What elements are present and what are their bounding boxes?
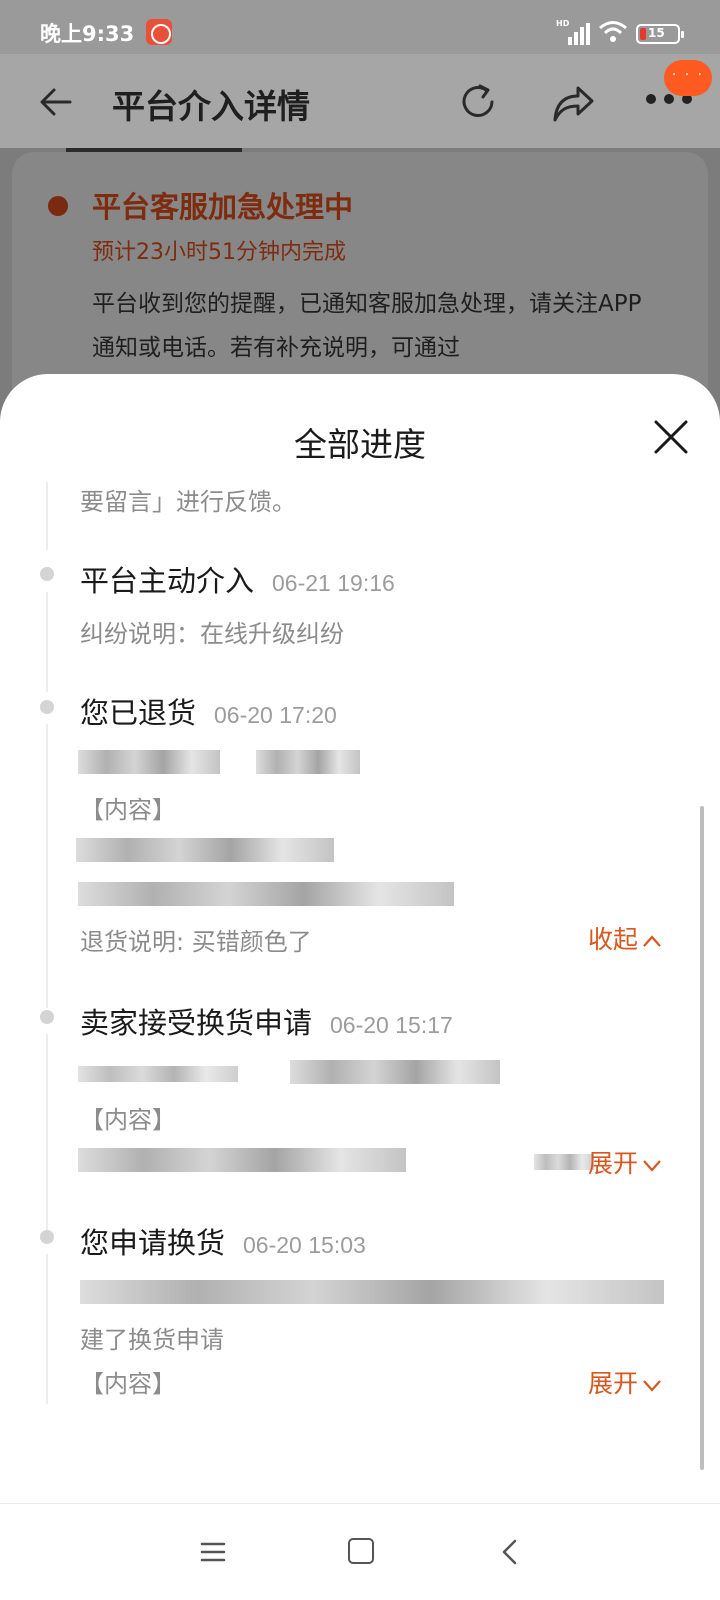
collapse-button[interactable]: 收起 [588, 920, 662, 956]
close-icon[interactable] [652, 418, 690, 456]
redacted-text [78, 750, 220, 774]
menu-icon[interactable] [200, 1540, 226, 1564]
sheet-title: 全部进度 [294, 425, 426, 464]
timeline-dot [40, 1230, 54, 1244]
status-description: 平台收到您的提醒，已通知客服加急处理，请关注APP通知或电话。若有补充说明，可通… [92, 291, 642, 361]
redacted-text [256, 750, 360, 774]
tab-indicator [66, 148, 242, 152]
timeline-dot [40, 567, 54, 581]
status-bar: 晚上9:33 HD 15 [0, 0, 720, 54]
timeline-dot [40, 1010, 54, 1024]
event-title: 平台主动介入 06-21 19:16 [80, 558, 395, 600]
timeline-line [46, 1034, 48, 1230]
hd-label: HD [556, 19, 570, 28]
event-title-text: 您已退货 [80, 696, 197, 730]
scrollbar[interactable] [700, 806, 704, 1470]
expand-button[interactable]: 展开 [588, 1364, 662, 1400]
timeline-line [46, 482, 48, 550]
content-label: 【内容】 [80, 1370, 176, 1398]
refresh-icon[interactable] [456, 80, 500, 124]
more-badge: · · · [664, 60, 712, 96]
header-bar: 平台介入详情 [0, 54, 720, 148]
event-title: 卖家接受换货申请 06-20 15:17 [80, 1000, 453, 1042]
event-time: 06-20 15:17 [330, 1012, 453, 1038]
status-title: 平台客服加急处理中 [92, 190, 354, 224]
timeline-dot [40, 700, 54, 714]
redacted-text [78, 1148, 406, 1172]
system-nav-bar [0, 1503, 720, 1600]
back-icon[interactable] [500, 1538, 520, 1566]
event-title: 您申请换货 06-20 15:03 [80, 1220, 366, 1262]
timeline-line [46, 1254, 48, 1404]
content-label: 【内容】 [80, 1106, 176, 1134]
chevron-down-icon [643, 1160, 661, 1172]
app-notification-icon [146, 19, 172, 45]
redacted-text [78, 882, 454, 906]
timeline-line [46, 592, 48, 692]
battery-level: 15 [648, 26, 665, 40]
event-note: 退货说明: 买错颜色了 [80, 928, 312, 956]
share-icon[interactable] [552, 82, 596, 124]
expand-label: 展开 [588, 1369, 639, 1398]
event-title-text: 平台主动介入 [80, 564, 255, 598]
redacted-text [290, 1060, 500, 1084]
event-time: 06-20 15:03 [243, 1232, 366, 1258]
content-label: 【内容】 [80, 796, 176, 824]
signal-icon: HD [556, 19, 590, 45]
chevron-up-icon [643, 935, 661, 947]
timeline-line [46, 724, 48, 1008]
expand-label: 展开 [588, 1149, 639, 1178]
status-eta: 预计23小时51分钟内完成 [92, 240, 346, 265]
wifi-icon [599, 21, 627, 42]
event-note: 纠纷说明：在线升级纠纷 [80, 620, 344, 648]
home-icon[interactable] [348, 1538, 374, 1564]
partial-text: 要留言」进行反馈。 [80, 488, 296, 516]
redacted-text [80, 1280, 664, 1304]
redacted-text [76, 838, 334, 862]
expand-button[interactable]: 展开 [588, 1144, 662, 1180]
event-title: 您已退货 06-20 17:20 [80, 690, 337, 732]
event-note: 建了换货申请 [80, 1326, 224, 1354]
status-time: 晚上9:33 [40, 22, 135, 46]
battery-icon: 15 [636, 24, 684, 44]
event-title-text: 卖家接受换货申请 [80, 1006, 313, 1040]
back-arrow-icon[interactable] [38, 84, 74, 120]
event-title-text: 您申请换货 [80, 1226, 226, 1260]
event-time: 06-21 19:16 [272, 570, 395, 596]
collapse-label: 收起 [588, 925, 639, 954]
status-dot [48, 196, 68, 216]
chevron-down-icon [643, 1380, 661, 1392]
event-time: 06-20 17:20 [214, 702, 337, 728]
page-title: 平台介入详情 [112, 87, 310, 126]
redacted-text [534, 1154, 594, 1170]
redacted-text [78, 1066, 238, 1082]
progress-sheet: 全部进度 要留言」进行反馈。 平台主动介入 06-21 19:16 纠纷说明：在线… [0, 374, 720, 1600]
